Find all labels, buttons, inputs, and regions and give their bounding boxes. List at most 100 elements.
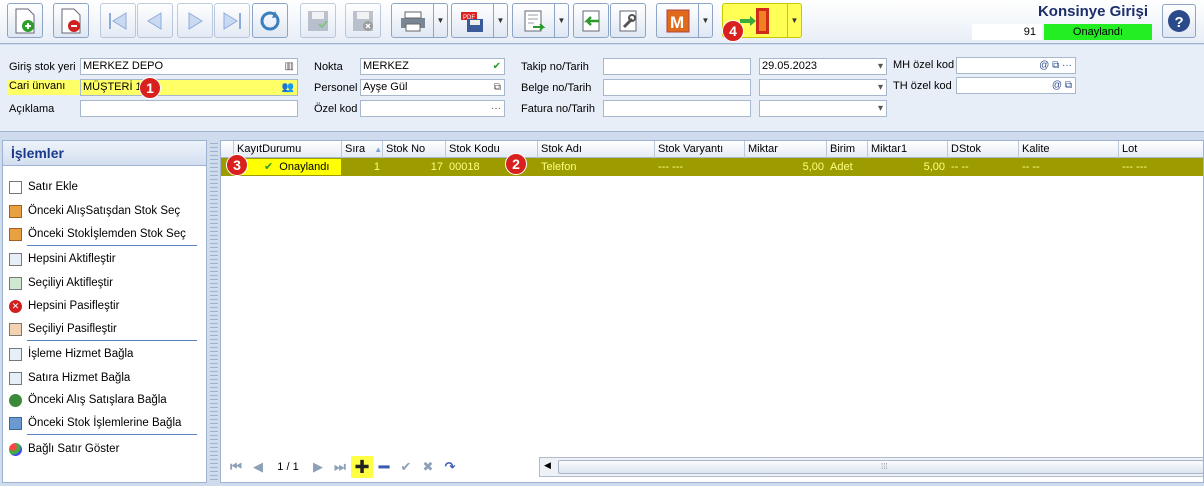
belge-date-field[interactable]: ▾ <box>759 79 887 96</box>
miktar-cell[interactable]: 5,00 <box>745 158 827 176</box>
next-page-icon[interactable]: ▶ <box>307 456 329 478</box>
add-row-button[interactable]: ✚ <box>351 456 373 478</box>
chevron-down-icon[interactable]: ▾ <box>878 101 883 116</box>
dstok-cell[interactable]: -- -- <box>948 158 1019 176</box>
aciklama-label: Açıklama <box>9 103 55 115</box>
column-header-miktar[interactable]: Miktar <box>745 141 827 158</box>
import-button[interactable] <box>573 3 609 38</box>
action-onceki-stok-islemlerine-bagla[interactable]: Önceki Stok İşlemlerine Bağla <box>9 414 181 432</box>
users-icon[interactable]: 👥 <box>282 80 294 95</box>
giris-stok-yeri-field[interactable]: MERKEZ DEPO ▥ <box>80 58 298 75</box>
sira-cell[interactable]: 1 <box>342 158 383 176</box>
first-page-icon[interactable]: ⏮ <box>225 456 247 478</box>
cancel-edit-button[interactable]: ✖ <box>417 456 439 478</box>
fatura-no-field[interactable] <box>603 100 751 117</box>
column-header-stok-kodu[interactable]: Stok Kodu <box>446 141 538 158</box>
action-hepsini-aktiflestir[interactable]: Hepsini Aktifleştir <box>9 250 116 268</box>
column-header-dstok[interactable]: DStok <box>948 141 1019 158</box>
mh-ozel-kod-field[interactable]: @ ⧉ ··· <box>956 57 1076 74</box>
action-seciliyi-pasiflestir[interactable]: Seçiliyi Pasifleştir <box>9 320 117 338</box>
column-header-stok-adi[interactable]: Stok Adı <box>538 141 655 158</box>
chevron-down-icon[interactable]: ▾ <box>878 80 883 95</box>
last-page-icon[interactable]: ⏭ <box>329 456 351 478</box>
chevron-down-icon[interactable]: ▼ <box>698 4 712 37</box>
grid-header: KayıtDurumu Sıra ▲ Stok No Stok Kodu Sto… <box>221 141 1203 158</box>
chevron-down-icon[interactable]: ▼ <box>493 4 507 37</box>
action-onceki-alis-satislara-bagla[interactable]: Önceki Alış Satışlara Bağla <box>9 391 167 409</box>
action-seciliyi-aktiflestir[interactable]: Seçiliyi Aktifleştir <box>9 274 113 292</box>
first-record-button[interactable] <box>100 3 136 38</box>
header-form: Giriş stok yeri MERKEZ DEPO ▥ Cari ünvan… <box>0 45 1204 132</box>
stok-varyanti-cell[interactable]: --- --- <box>655 158 745 176</box>
column-header-stok-no[interactable]: Stok No <box>383 141 446 158</box>
table-row[interactable]: ✔ Onaylandı 1 17 00018 Telefon --- --- 5… <box>221 158 1203 176</box>
horizontal-scrollbar[interactable]: ◀ ⁞⁞⁞ <box>539 457 1203 477</box>
action-isleme-hizmet-bagla[interactable]: İşleme Hizmet Bağla <box>9 345 133 363</box>
scroll-left-icon[interactable]: ◀ <box>544 460 551 471</box>
chevron-down-icon[interactable]: ▼ <box>554 4 568 37</box>
chevron-down-icon[interactable]: ▼ <box>787 4 801 37</box>
save-button[interactable] <box>300 3 336 38</box>
action-onceki-stokislem-stok-sec[interactable]: Önceki Stokİşlemden Stok Seç <box>9 225 186 243</box>
takip-no-field[interactable] <box>603 58 751 75</box>
export-button[interactable]: ▼ <box>512 3 569 38</box>
miktar1-cell[interactable]: 5,00 <box>868 158 948 176</box>
panel-splitter[interactable] <box>210 140 218 483</box>
kayit-durumu-cell[interactable]: ✔ Onaylandı <box>234 159 341 175</box>
checkmark-icon[interactable]: ✔ <box>493 59 501 74</box>
annotation-badge: 4 <box>722 20 744 42</box>
belge-no-field[interactable] <box>603 79 751 96</box>
settings-button[interactable] <box>610 3 646 38</box>
column-header-sira[interactable]: Sıra ▲ <box>342 141 383 158</box>
remove-row-button[interactable]: ━ <box>373 456 395 478</box>
at-lookup-icon[interactable]: @ ⧉ ··· <box>1039 58 1072 73</box>
column-header-kalite[interactable]: Kalite <box>1019 141 1119 158</box>
column-header-birim[interactable]: Birim <box>827 141 868 158</box>
column-header-miktar1[interactable]: Miktar1 <box>868 141 948 158</box>
pdf-export-button[interactable]: PDF ▼ <box>451 3 508 38</box>
action-satira-hizmet-bagla[interactable]: Satıra Hizmet Bağla <box>9 369 130 387</box>
action-bagli-satir-goster[interactable]: Bağlı Satır Göster <box>9 440 119 458</box>
print-button[interactable]: ▼ <box>391 3 448 38</box>
last-record-button[interactable] <box>214 3 250 38</box>
previous-page-icon[interactable]: ◀ <box>247 456 269 478</box>
confirm-edit-button[interactable]: ✔ <box>395 456 417 478</box>
chevron-down-icon[interactable]: ▼ <box>433 4 447 37</box>
barcode-icon[interactable]: ▥ <box>285 59 294 74</box>
chevron-down-icon[interactable]: ▾ <box>878 59 883 74</box>
cari-unvani-field[interactable]: MÜŞTERİ 1 👥 <box>80 79 298 96</box>
column-header-lot[interactable]: Lot <box>1119 141 1203 158</box>
kalite-cell[interactable]: -- -- <box>1019 158 1119 176</box>
action-satir-ekle[interactable]: Satır Ekle <box>9 178 78 196</box>
stok-adi-cell[interactable]: Telefon <box>538 158 655 176</box>
lookup-icon[interactable]: ⧉ <box>494 80 501 95</box>
stok-no-cell[interactable]: 17 <box>383 158 446 176</box>
next-record-button[interactable] <box>177 3 213 38</box>
action-onceki-alissatis-stok-sec[interactable]: Önceki AlışSatışdan Stok Seç <box>9 202 180 220</box>
m-menu-button[interactable]: M ▼ <box>656 3 713 38</box>
ozel-kod-field[interactable]: ··· <box>360 100 505 117</box>
column-header-stok-varyanti[interactable]: Stok Varyantı <box>655 141 745 158</box>
at-lookup-icon[interactable]: @ ⧉ <box>1052 78 1072 93</box>
scrollbar-thumb[interactable]: ⁞⁞⁞ <box>558 460 1203 474</box>
lot-cell[interactable]: --- --- <box>1119 158 1203 176</box>
actions-panel-title: İşlemler <box>3 141 206 166</box>
cancel-save-button[interactable] <box>345 3 381 38</box>
refresh-button[interactable] <box>252 3 288 38</box>
personel-field[interactable]: Ayşe Gül ⧉ <box>360 79 505 96</box>
previous-record-button[interactable] <box>137 3 173 38</box>
ellipsis-icon[interactable]: ··· <box>491 101 501 116</box>
column-header-kayitdurumu[interactable]: KayıtDurumu <box>234 141 342 158</box>
link-service-icon <box>9 347 22 361</box>
nokta-field[interactable]: MERKEZ ✔ <box>360 58 505 75</box>
aciklama-field[interactable] <box>80 100 298 117</box>
new-record-button[interactable] <box>7 3 43 38</box>
fatura-date-field[interactable]: ▾ <box>759 100 887 117</box>
birim-cell[interactable]: Adet <box>827 158 868 176</box>
action-hepsini-pasiflestir[interactable]: ✕ Hepsini Pasifleştir <box>9 297 119 315</box>
refresh-grid-button[interactable]: ↷ <box>439 456 461 478</box>
help-button[interactable]: ? <box>1162 4 1196 38</box>
th-ozel-kod-field[interactable]: @ ⧉ <box>956 77 1076 94</box>
delete-record-button[interactable] <box>53 3 89 38</box>
takip-date-field[interactable]: 29.05.2023 ▾ <box>759 58 887 75</box>
